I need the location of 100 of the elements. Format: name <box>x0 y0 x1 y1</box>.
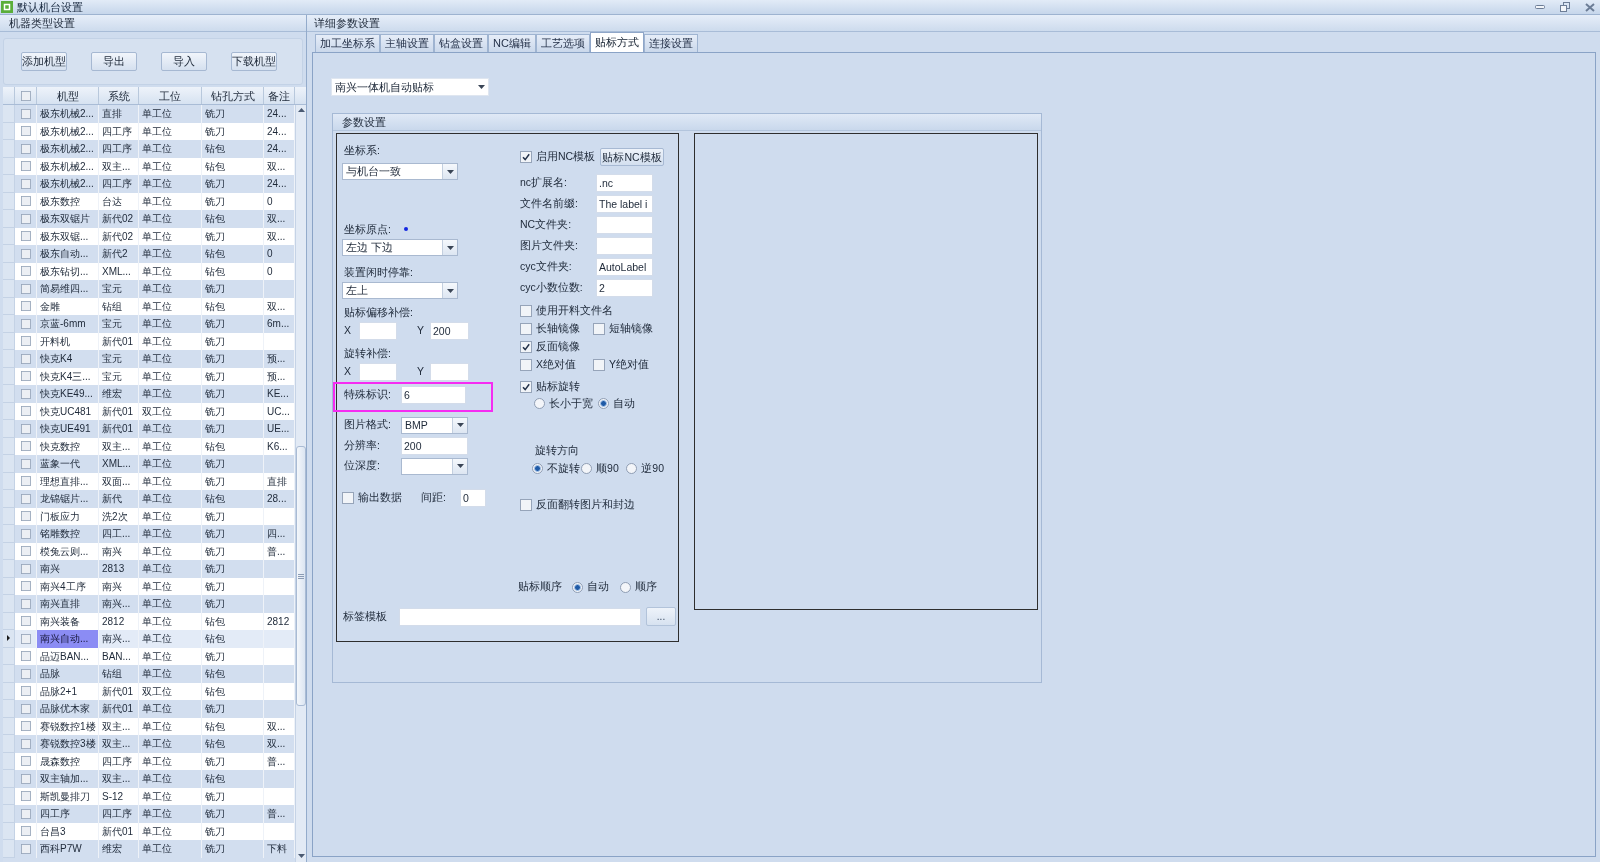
radio-label[interactable]: 顺90 <box>596 460 619 477</box>
table-row[interactable]: 龙锦锯片... 新代 单工位 钻包 28... <box>3 490 295 508</box>
checkbox[interactable] <box>20 406 31 417</box>
table-row[interactable]: 南兴 2813 单工位 铣刀 <box>3 560 295 578</box>
input-field[interactable]: AutoLabel <box>596 258 653 276</box>
dropdown[interactable]: 南兴一体机自动贴标 <box>331 78 489 96</box>
input-field[interactable]: 6 <box>401 386 466 404</box>
checkbox[interactable] <box>20 371 31 382</box>
input-field[interactable]: .nc <box>596 174 653 192</box>
dropdown[interactable]: 左上 <box>342 282 458 299</box>
checkbox[interactable] <box>520 359 532 371</box>
dropdown[interactable]: 与机台一致 <box>342 163 458 180</box>
radio-label[interactable]: 自动 <box>587 579 609 595</box>
checkbox[interactable] <box>20 563 31 574</box>
radio-label[interactable]: 自动 <box>613 395 635 412</box>
checkbox[interactable] <box>20 213 31 224</box>
input-field[interactable]: The label i <box>596 195 653 213</box>
scroll-up-icon[interactable] <box>297 108 305 112</box>
toolbar-button[interactable]: 添加机型 <box>21 52 67 71</box>
scroll-down-icon[interactable] <box>297 854 305 858</box>
table-row[interactable]: 赛锐数控3楼 双主... 单工位 钻包 双... <box>3 735 295 753</box>
table-row[interactable]: 极东自动... 新代2 单工位 钻包 0 <box>3 245 295 263</box>
checkbox[interactable] <box>20 161 31 172</box>
toolbar-button[interactable]: 导出 <box>91 52 137 71</box>
checkbox[interactable] <box>20 808 31 819</box>
radio-label[interactable]: 不旋转 <box>547 460 580 477</box>
checkbox[interactable] <box>20 248 31 259</box>
table-row[interactable]: 铭雕数控 四工... 单工位 铣刀 四... <box>3 525 295 543</box>
table-row[interactable]: 双主轴加... 双主... 单工位 钻包 <box>3 770 295 788</box>
checkbox[interactable] <box>20 668 31 679</box>
checkbox[interactable] <box>20 301 31 312</box>
checkbox[interactable] <box>20 511 31 522</box>
checkbox-label[interactable]: 反面镜像 <box>536 339 580 355</box>
table-row[interactable]: 南兴直排 南兴... 单工位 铣刀 <box>3 595 295 613</box>
input-field[interactable] <box>359 363 397 381</box>
checkbox-label[interactable]: X绝对值 <box>536 357 576 373</box>
radio-button[interactable] <box>572 581 583 593</box>
checkbox[interactable] <box>20 633 31 644</box>
table-row[interactable]: 蓝象一代 XML... 单工位 铣刀 <box>3 455 295 473</box>
table-row[interactable]: 品脉优木家 新代01 单工位 铣刀 <box>3 700 295 718</box>
checkbox[interactable] <box>20 546 31 557</box>
dropdown[interactable]: BMP <box>401 416 468 434</box>
table-row[interactable]: 快克K4 宝元 单工位 铣刀 预... <box>3 350 295 368</box>
checkbox[interactable] <box>20 126 31 137</box>
checkbox[interactable] <box>20 738 31 749</box>
input-field[interactable]: 200 <box>401 437 468 455</box>
radio-button[interactable] <box>534 398 545 409</box>
close-icon[interactable] <box>1585 2 1595 12</box>
checkbox[interactable] <box>20 756 31 767</box>
table-row[interactable]: 快克UE491 新代01 单工位 铣刀 UE... <box>3 420 295 438</box>
radio-button[interactable] <box>581 463 593 474</box>
checkbox[interactable] <box>20 598 31 609</box>
toolbar-button[interactable]: 导入 <box>161 52 207 71</box>
checkbox[interactable] <box>20 651 31 662</box>
checkbox[interactable] <box>20 528 31 539</box>
table-row[interactable]: 西科P7W 维宏 单工位 铣刀 下料 <box>3 840 295 858</box>
checkbox[interactable] <box>20 703 31 714</box>
checkbox[interactable] <box>20 143 31 154</box>
checkbox[interactable] <box>593 359 605 371</box>
checkbox[interactable] <box>520 381 532 393</box>
checkbox[interactable] <box>20 90 31 101</box>
table-row[interactable]: 品脉 钻组 单工位 钻包 <box>3 665 295 683</box>
input-field[interactable]: 200 <box>430 322 469 340</box>
column-header[interactable]: 钻孔方式 <box>202 87 264 104</box>
table-row[interactable]: 极东机械2... 四工序 单工位 钻包 24... <box>3 140 295 158</box>
radio-button[interactable] <box>626 463 638 474</box>
table-row[interactable]: 极东双锯片 新代02 单工位 钻包 双... <box>3 210 295 228</box>
table-row[interactable]: 快克KE49... 维宏 单工位 铣刀 KE... <box>3 385 295 403</box>
scrollbar-thumb[interactable] <box>296 446 306 706</box>
checkbox-label[interactable]: 反面翻转图片和封边 <box>536 497 635 513</box>
tab[interactable]: 钻盒设置 <box>434 34 488 52</box>
checkbox[interactable] <box>20 318 31 329</box>
input-field[interactable]: 0 <box>460 489 486 507</box>
checkbox[interactable] <box>20 773 31 784</box>
input-field[interactable] <box>359 322 397 340</box>
checkbox[interactable] <box>520 499 532 511</box>
checkbox-label[interactable]: 长轴镜像 <box>536 321 580 337</box>
checkbox-label[interactable]: 贴标旋转 <box>536 379 580 395</box>
tab[interactable]: 贴标方式 <box>589 32 644 52</box>
column-header[interactable]: 机型 <box>37 87 99 104</box>
checkbox[interactable] <box>20 196 31 207</box>
checkbox[interactable] <box>20 266 31 277</box>
input-field[interactable] <box>596 216 653 234</box>
table-row[interactable]: 极东机械2... 直排 单工位 铣刀 24... <box>3 105 295 123</box>
checkbox[interactable] <box>20 458 31 469</box>
checkbox[interactable] <box>20 616 31 627</box>
restore-icon[interactable] <box>1560 2 1570 12</box>
tab[interactable]: 主轴设置 <box>380 34 434 52</box>
tab[interactable]: 工艺选项 <box>535 34 590 52</box>
checkbox[interactable] <box>520 341 532 353</box>
checkbox[interactable] <box>20 108 31 119</box>
checkbox[interactable] <box>520 323 532 335</box>
template-button[interactable]: 贴标NC模板 <box>600 148 664 166</box>
checkbox[interactable] <box>20 476 31 487</box>
checkbox[interactable] <box>20 581 31 592</box>
radio-button[interactable] <box>620 581 631 593</box>
checkbox[interactable] <box>20 178 31 189</box>
checkbox-label[interactable]: 短轴镜像 <box>609 321 653 337</box>
radio-button[interactable] <box>598 398 609 409</box>
checkbox-label[interactable]: 使用开料文件名 <box>536 303 613 319</box>
